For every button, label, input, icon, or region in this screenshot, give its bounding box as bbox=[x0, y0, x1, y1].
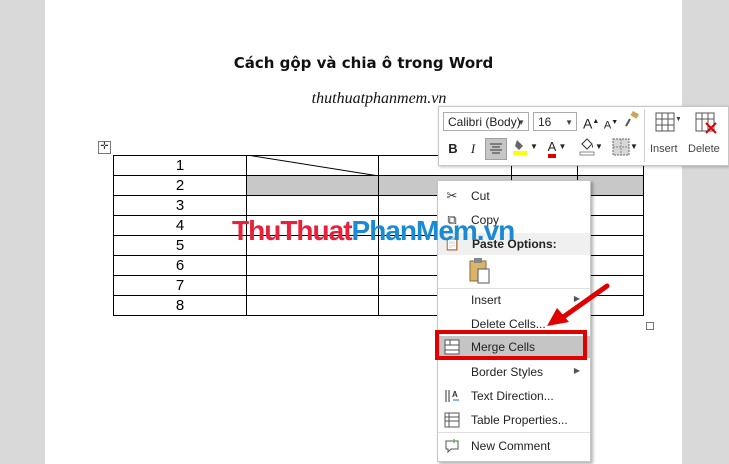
menu-item-label: Cut bbox=[471, 189, 490, 203]
menu-separator bbox=[438, 432, 590, 433]
scissors-icon: ✂ bbox=[446, 188, 458, 203]
mini-toolbar: Calibri (Body) ▼ 16 ▼ A▲ A▼ B I ▼ A ▼ ▼ ▼ … bbox=[438, 106, 729, 166]
highlight-color-button[interactable]: ▼ bbox=[511, 138, 539, 161]
highlight-annotation-box bbox=[435, 330, 587, 360]
watermark-part: Thu bbox=[232, 215, 281, 246]
menu-item-cut[interactable]: ✂ Cut bbox=[438, 185, 590, 207]
center-align-button[interactable] bbox=[485, 138, 507, 160]
table-resize-handle[interactable] bbox=[646, 322, 654, 330]
toolbar-separator bbox=[644, 109, 645, 162]
format-painter-icon bbox=[625, 110, 639, 127]
menu-item-label: Delete Cells... bbox=[471, 317, 546, 331]
table-delete-icon bbox=[695, 112, 717, 134]
watermark-part: Phan bbox=[351, 215, 417, 246]
table-cell[interactable]: 6 bbox=[113, 255, 247, 276]
shading-button[interactable]: ▼ bbox=[577, 138, 605, 161]
paste-keep-formatting-button[interactable] bbox=[468, 257, 492, 285]
font-name-value: Calibri (Body) bbox=[448, 115, 521, 129]
insert-label: Insert bbox=[650, 143, 678, 155]
menu-item-label: Text Direction... bbox=[471, 389, 554, 403]
highlighter-icon bbox=[513, 140, 528, 155]
format-painter-button[interactable] bbox=[623, 110, 641, 132]
clipboard-icon bbox=[469, 258, 490, 284]
svg-text:A: A bbox=[452, 390, 458, 399]
table-cell[interactable] bbox=[246, 195, 379, 216]
table-cell[interactable]: 2 bbox=[113, 175, 247, 196]
table-cell[interactable]: 1 bbox=[113, 155, 247, 176]
submenu-arrow-icon: ▶ bbox=[573, 366, 580, 375]
table-move-handle-icon[interactable]: ✛ bbox=[98, 141, 111, 154]
menu-item-text-direction[interactable]: A Text Direction... bbox=[438, 385, 590, 407]
document-title: Cách gộp và chia ô trong Word bbox=[233, 54, 494, 72]
menu-item-table-properties[interactable]: Table Properties... bbox=[438, 409, 590, 431]
table-cell[interactable]: 4 bbox=[113, 215, 247, 236]
comment-icon bbox=[444, 438, 460, 454]
table-cell[interactable]: 5 bbox=[113, 235, 247, 256]
font-color-icon: A bbox=[547, 139, 557, 158]
menu-item-label: Table Properties... bbox=[471, 413, 568, 427]
table-cell[interactable] bbox=[246, 275, 379, 296]
watermark-part: Mem bbox=[416, 215, 478, 246]
menu-item-label: Insert bbox=[471, 293, 502, 307]
table-cell[interactable] bbox=[246, 295, 379, 316]
annotation-arrow-icon bbox=[547, 283, 610, 326]
table-cell[interactable]: 8 bbox=[113, 295, 247, 316]
table-cell[interactable] bbox=[246, 255, 379, 276]
font-color-button[interactable]: A ▼ bbox=[543, 138, 571, 158]
menu-item-new-comment[interactable]: New Comment bbox=[438, 435, 590, 457]
align-center-icon bbox=[490, 143, 502, 154]
svg-text:▼: ▼ bbox=[675, 116, 680, 123]
table-insert-icon: ▼ bbox=[655, 112, 682, 132]
paint-bucket-icon bbox=[579, 138, 595, 156]
font-name-select[interactable]: Calibri (Body) ▼ bbox=[443, 112, 529, 131]
selected-cell[interactable] bbox=[246, 175, 379, 196]
borders-button[interactable]: ▼ bbox=[609, 138, 641, 161]
table-cell[interactable]: 7 bbox=[113, 275, 247, 296]
bold-button[interactable]: B bbox=[445, 140, 461, 158]
watermark-part: .vn bbox=[476, 215, 515, 246]
watermark-part: Thuat bbox=[280, 215, 352, 246]
watermark-logo: ThuThuatPhanMem.vn bbox=[232, 215, 515, 247]
font-size-select[interactable]: 16 ▼ bbox=[533, 112, 577, 131]
grow-font-icon: A bbox=[583, 115, 593, 132]
menu-item-border-styles[interactable]: Border Styles ▶ bbox=[438, 361, 590, 383]
diagonal-border-line bbox=[247, 155, 379, 176]
menu-item-label: Border Styles bbox=[471, 365, 544, 379]
borders-icon bbox=[612, 138, 630, 156]
text-direction-icon: A bbox=[444, 388, 460, 404]
menu-item-label: New Comment bbox=[471, 439, 551, 453]
table-cell[interactable]: 3 bbox=[113, 195, 247, 216]
font-size-value: 16 bbox=[538, 115, 552, 129]
delete-label: Delete bbox=[688, 143, 720, 155]
table-properties-icon bbox=[444, 412, 460, 428]
chevron-down-icon: ▼ bbox=[517, 118, 525, 127]
italic-button[interactable]: I bbox=[465, 140, 481, 158]
shrink-font-button[interactable]: A▼ bbox=[603, 114, 619, 135]
chevron-down-icon: ▼ bbox=[565, 118, 573, 127]
grow-font-button[interactable]: A▲ bbox=[583, 113, 599, 133]
